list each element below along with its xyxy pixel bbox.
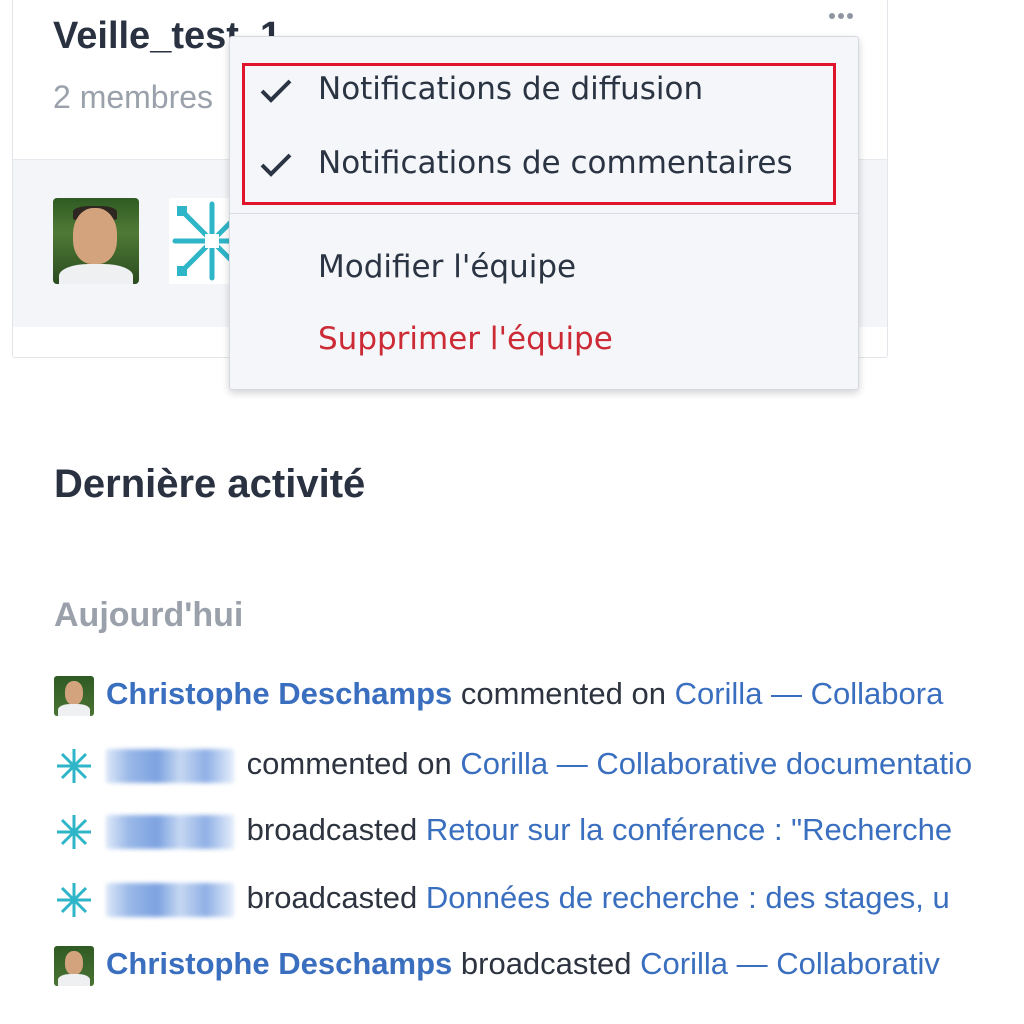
activity-verb: broadcasted xyxy=(246,880,418,915)
menu-item-delete-team[interactable]: Supprimer l'équipe xyxy=(318,321,613,357)
snowflake-pattern-icon xyxy=(169,198,229,284)
check-icon xyxy=(260,79,292,103)
menu-item-broadcast-notifications[interactable]: Notifications de diffusion xyxy=(318,71,703,107)
activity-day-label: Aujourd'hui xyxy=(54,596,244,634)
user-avatar[interactable] xyxy=(54,946,94,986)
redacted-user-name xyxy=(106,748,234,783)
activity-row: broadcasted Données de recherche : des s… xyxy=(54,876,1024,920)
activity-row: Christophe Deschamps commented on Corill… xyxy=(54,672,1024,716)
menu-divider xyxy=(230,213,858,214)
user-avatar[interactable] xyxy=(54,676,94,716)
activity-verb: commented on xyxy=(460,676,666,711)
activity-verb: commented on xyxy=(246,746,452,781)
activity-row: broadcasted Retour sur la conférence : "… xyxy=(54,808,1024,852)
activity-item-link[interactable]: Corilla — Collaborativ xyxy=(640,946,940,981)
activity-item-link[interactable]: Retour sur la conférence : "Recherche xyxy=(426,812,952,847)
snowflake-pattern-icon xyxy=(57,815,91,849)
activity-row: commented on Corilla — Collaborative doc… xyxy=(54,742,1024,786)
redacted-user-name xyxy=(106,882,234,917)
user-avatar-pattern[interactable] xyxy=(54,812,94,852)
menu-item-comment-notifications[interactable]: Notifications de commentaires xyxy=(318,145,793,181)
check-icon xyxy=(260,153,292,177)
activity-user-link[interactable]: Christophe Deschamps xyxy=(106,676,452,711)
activity-section-title: Dernière activité xyxy=(54,462,366,506)
activity-verb: broadcasted xyxy=(246,812,418,847)
team-member-count: 2 membres xyxy=(53,79,214,115)
member-avatar-pattern[interactable] xyxy=(169,198,229,284)
member-avatar-photo[interactable] xyxy=(53,198,139,284)
activity-user-link[interactable]: Christophe Deschamps xyxy=(106,946,452,981)
snowflake-pattern-icon xyxy=(57,749,91,783)
more-horizontal-icon[interactable] xyxy=(821,9,861,23)
activity-row: Christophe Deschamps broadcasted Corilla… xyxy=(54,942,1024,986)
activity-verb: broadcasted xyxy=(460,946,632,981)
user-avatar-pattern[interactable] xyxy=(54,746,94,786)
activity-item-link[interactable]: Corilla — Collabora xyxy=(675,676,944,711)
menu-item-edit-team[interactable]: Modifier l'équipe xyxy=(318,249,576,285)
team-options-menu: Notifications de diffusion Notifications… xyxy=(229,36,859,390)
snowflake-pattern-icon xyxy=(57,883,91,917)
activity-item-link[interactable]: Corilla — Collaborative documentatio xyxy=(460,746,972,781)
redacted-user-name xyxy=(106,814,234,849)
activity-item-link[interactable]: Données de recherche : des stages, u xyxy=(426,880,950,915)
user-avatar-pattern[interactable] xyxy=(54,880,94,920)
